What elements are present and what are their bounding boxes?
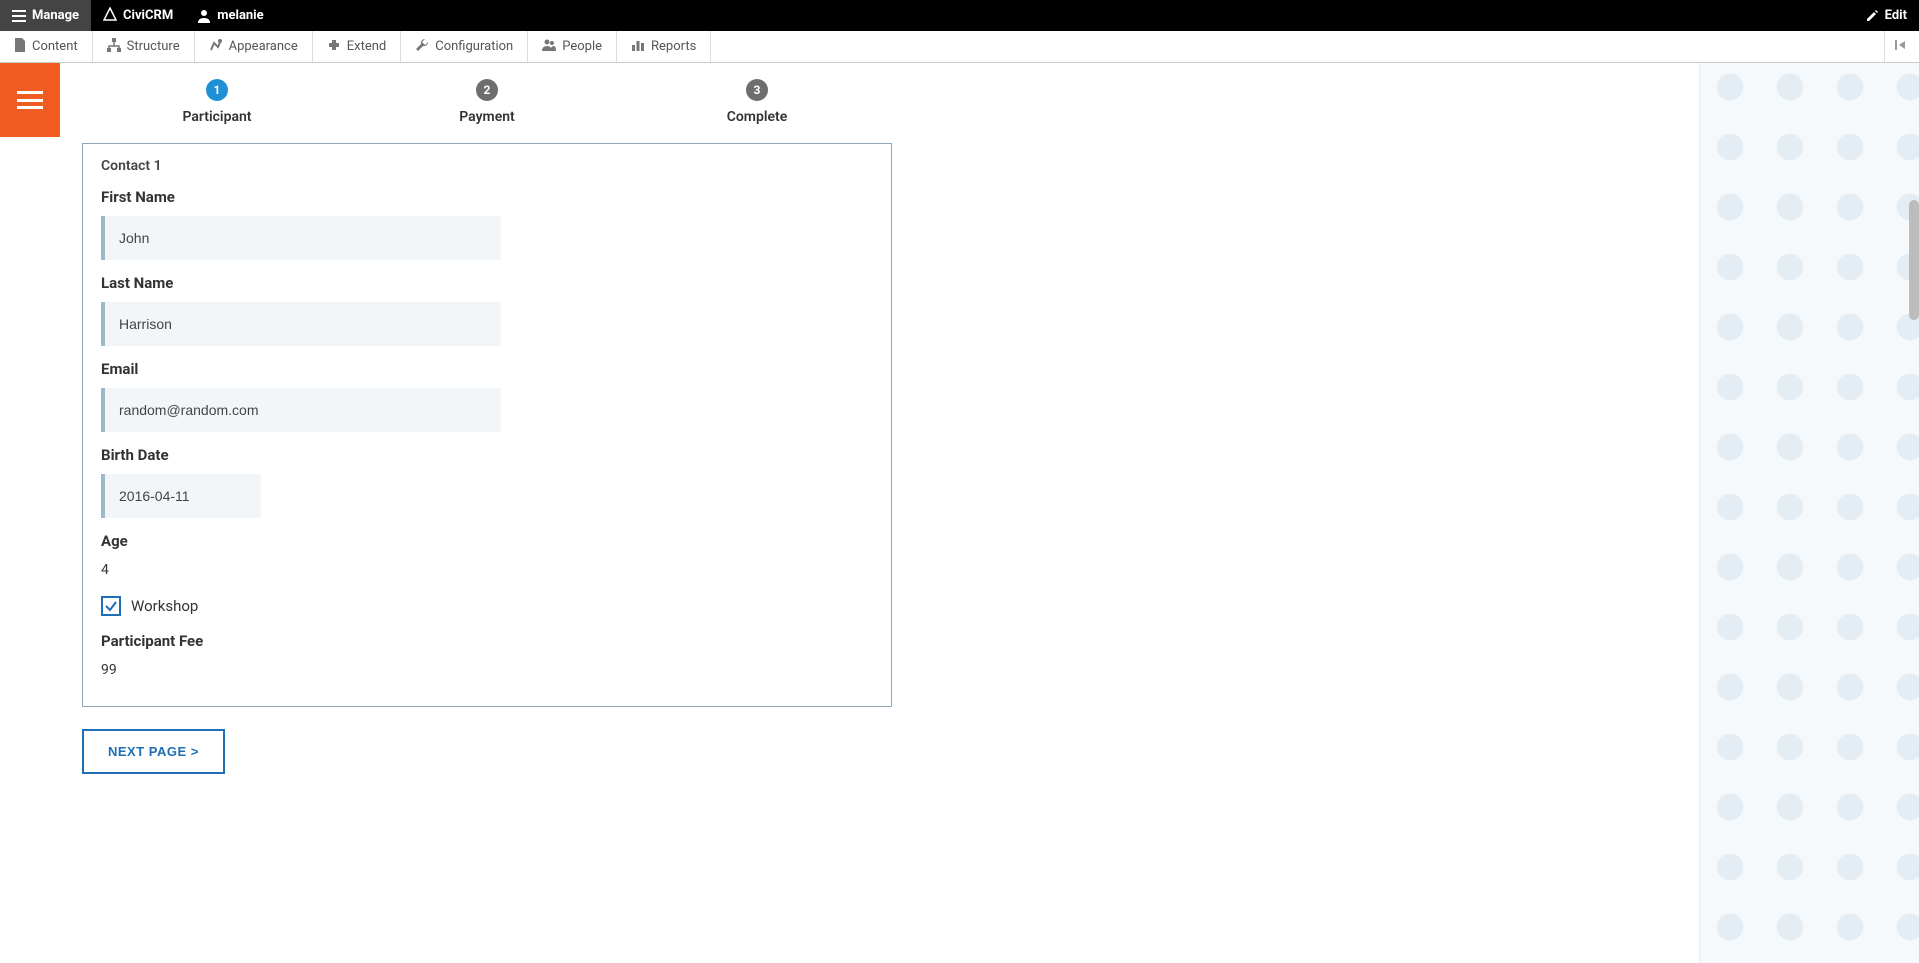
- contact-fieldset: Contact 1 First Name Last Name Email Bir…: [82, 143, 892, 707]
- age-value: 4: [101, 560, 873, 580]
- participant-fee-label: Participant Fee: [101, 632, 873, 650]
- admin-sub-toolbar: Content Structure Appearance Extend Conf…: [0, 31, 1919, 63]
- step-label: Complete: [622, 109, 892, 125]
- nav-label: Configuration: [435, 39, 513, 54]
- hamburger-icon: [12, 10, 26, 22]
- wrench-icon: [415, 38, 429, 56]
- workshop-checkbox[interactable]: [101, 596, 121, 616]
- nav-content[interactable]: Content: [0, 31, 93, 62]
- structure-icon: [107, 38, 121, 56]
- people-icon: [542, 38, 556, 56]
- toolbar-collapse[interactable]: [1884, 31, 1919, 62]
- participant-fee-value: 99: [101, 660, 873, 680]
- workshop-label: Workshop: [131, 597, 198, 615]
- first-name-input[interactable]: [101, 216, 501, 260]
- nav-extend[interactable]: Extend: [313, 31, 402, 62]
- edit-label: Edit: [1885, 8, 1907, 23]
- last-name-label: Last Name: [101, 274, 873, 292]
- nav-label: Reports: [651, 39, 696, 54]
- scrollbar-thumb[interactable]: [1909, 200, 1919, 320]
- user-menu[interactable]: melanie: [185, 0, 275, 31]
- last-name-input[interactable]: [101, 302, 501, 346]
- email-input[interactable]: [101, 388, 501, 432]
- progress-steps: 1 Participant 2 Payment 3 Complete: [82, 79, 892, 125]
- edit-button[interactable]: Edit: [1853, 0, 1919, 31]
- step-label: Participant: [82, 109, 352, 125]
- reports-icon: [631, 38, 645, 56]
- manage-label: Manage: [32, 8, 79, 23]
- step-number: 3: [746, 79, 768, 101]
- nav-label: People: [562, 39, 602, 54]
- nav-label: Content: [32, 39, 78, 54]
- nav-structure[interactable]: Structure: [93, 31, 195, 62]
- extend-icon: [327, 38, 341, 56]
- sidebar-background: [1699, 63, 1919, 963]
- pencil-icon: [1865, 9, 1879, 23]
- collapse-icon: [1895, 38, 1909, 56]
- nav-people[interactable]: People: [528, 31, 617, 62]
- fieldset-legend: Contact 1: [101, 158, 873, 174]
- email-label: Email: [101, 360, 873, 378]
- civicrm-button[interactable]: CiviCRM: [91, 0, 185, 31]
- admin-toolbar: Manage CiviCRM melanie Edit: [0, 0, 1919, 31]
- civicrm-label: CiviCRM: [123, 8, 173, 23]
- birth-date-input[interactable]: [101, 474, 261, 518]
- nav-appearance[interactable]: Appearance: [195, 31, 313, 62]
- nav-label: Appearance: [229, 39, 298, 54]
- next-page-button[interactable]: NEXT PAGE >: [82, 729, 225, 774]
- username-label: melanie: [217, 8, 263, 23]
- page-icon: [14, 38, 26, 56]
- check-icon: [104, 599, 118, 613]
- step-label: Payment: [352, 109, 622, 125]
- nav-configuration[interactable]: Configuration: [401, 31, 528, 62]
- nav-label: Extend: [347, 39, 387, 54]
- age-label: Age: [101, 532, 873, 550]
- step-number: 2: [476, 79, 498, 101]
- appearance-icon: [209, 38, 223, 56]
- first-name-label: First Name: [101, 188, 873, 206]
- step-participant[interactable]: 1 Participant: [82, 79, 352, 125]
- nav-reports[interactable]: Reports: [617, 31, 711, 62]
- person-icon: [197, 9, 211, 23]
- birth-date-label: Birth Date: [101, 446, 873, 464]
- step-number: 1: [206, 79, 228, 101]
- main-content: 1 Participant 2 Payment 3 Complete Conta…: [0, 63, 892, 963]
- step-payment[interactable]: 2 Payment: [352, 79, 622, 125]
- civicrm-icon: [103, 7, 117, 25]
- manage-button[interactable]: Manage: [0, 0, 91, 31]
- step-complete[interactable]: 3 Complete: [622, 79, 892, 125]
- nav-label: Structure: [127, 39, 180, 54]
